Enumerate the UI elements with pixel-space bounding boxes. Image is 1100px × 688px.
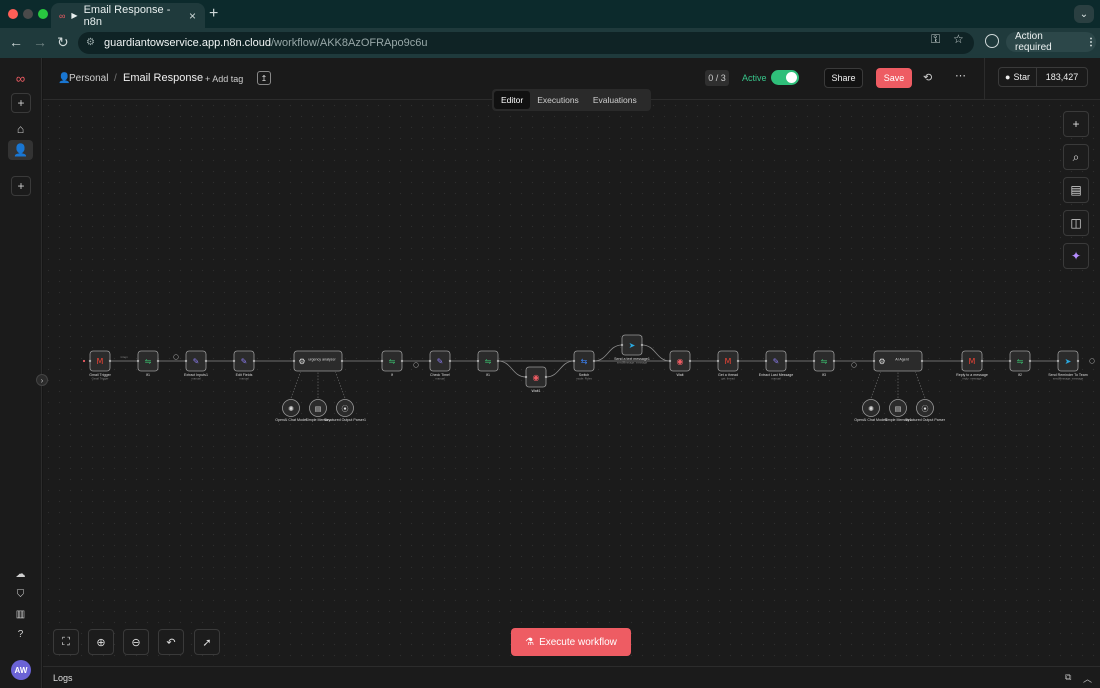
action-required-label: Action required bbox=[1015, 31, 1052, 53]
github-star-label: Star bbox=[1013, 72, 1030, 82]
view-tabs: Editor Executions Evaluations bbox=[492, 89, 651, 111]
reload-icon[interactable]: ↻ bbox=[57, 34, 69, 51]
logs-panel[interactable]: Logs ⧉ ︿ bbox=[43, 666, 1100, 688]
n8n-logo-icon[interactable]: ∞ bbox=[8, 68, 33, 88]
tab-editor[interactable]: Editor bbox=[494, 91, 531, 109]
tab-executions[interactable]: Executions bbox=[530, 91, 586, 109]
create-plus-icon[interactable]: + bbox=[11, 93, 31, 113]
add-node-plus-icon[interactable]: + bbox=[1063, 111, 1089, 137]
back-arrow-icon[interactable]: ← bbox=[9, 34, 23, 50]
search-icon[interactable]: ⌕ bbox=[1063, 144, 1089, 170]
maximize-window-button[interactable] bbox=[38, 9, 48, 19]
import-icon[interactable]: ↥ bbox=[257, 71, 271, 85]
history-icon[interactable]: ⟲ bbox=[923, 71, 932, 84]
address-bar[interactable]: ⚙ guardiantowservice.app.n8n.cloud/workf… bbox=[78, 32, 974, 54]
action-required-button[interactable]: Action required ⋮ bbox=[1006, 31, 1096, 53]
breadcrumb-separator: / bbox=[114, 73, 117, 84]
profile-icon[interactable] bbox=[985, 34, 999, 48]
star-count: 183,427 bbox=[1045, 72, 1079, 82]
tab-evaluations[interactable]: Evaluations bbox=[586, 91, 644, 109]
share-button[interactable]: Share bbox=[824, 68, 863, 88]
minimize-window-button[interactable] bbox=[23, 9, 33, 19]
execute-workflow-label: Execute workflow bbox=[539, 636, 617, 648]
shield-icon[interactable]: ⛉ bbox=[8, 584, 33, 604]
undo-icon[interactable]: ↶ bbox=[158, 629, 184, 655]
flask-icon: ⚗ bbox=[525, 636, 535, 648]
password-key-icon[interactable]: ⚿ bbox=[931, 32, 940, 47]
panel-toggle-icon[interactable]: ◫ bbox=[1063, 210, 1089, 236]
add-tag-button[interactable]: + Add tag bbox=[205, 74, 243, 84]
zoom-in-icon[interactable]: ⊕ bbox=[88, 629, 114, 655]
home-icon[interactable]: ⌂ bbox=[8, 119, 33, 139]
github-star-widget[interactable]: ● Star 183,427 bbox=[998, 67, 1088, 87]
site-info-icon[interactable]: ⚙ bbox=[86, 37, 95, 48]
avatar[interactable]: AW bbox=[11, 660, 31, 680]
active-label: Active bbox=[742, 73, 767, 83]
zoom-to-fit-icon[interactable]: ⛶ bbox=[53, 629, 79, 655]
sticky-note-icon[interactable]: ▤ bbox=[1063, 177, 1089, 203]
tidy-up-cursor-icon[interactable]: ➚ bbox=[194, 629, 220, 655]
help-icon[interactable]: ? bbox=[8, 624, 33, 644]
breadcrumb-owner[interactable]: Personal bbox=[69, 73, 108, 84]
new-tab-button[interactable]: + bbox=[209, 5, 218, 23]
browser-tab-bar: ∞ ▶ Email Response - n8n × + ⌄ bbox=[0, 0, 1100, 28]
bookmark-star-icon[interactable]: ☆ bbox=[953, 32, 964, 46]
expand-chevron-icon[interactable]: ︿ bbox=[1083, 672, 1092, 685]
browser-tab[interactable]: ∞ ▶ Email Response - n8n × bbox=[51, 3, 205, 28]
workflow-name[interactable]: Email Response bbox=[123, 72, 203, 84]
sidebar-collapse-chevron-icon[interactable]: › bbox=[36, 374, 48, 386]
forward-arrow-icon[interactable]: → bbox=[33, 34, 47, 50]
cloud-icon[interactable]: ☁ bbox=[8, 564, 33, 584]
tab-close-icon[interactable]: × bbox=[189, 9, 196, 23]
save-button[interactable]: Save bbox=[876, 68, 912, 88]
zoom-out-icon[interactable]: ⊖ bbox=[123, 629, 149, 655]
n8n-favicon-icon: ∞ bbox=[59, 10, 66, 21]
workflow-canvas[interactable] bbox=[43, 100, 1100, 666]
execution-counter: 0 / 3 bbox=[705, 70, 729, 86]
popout-icon[interactable]: ⧉ bbox=[1065, 672, 1071, 683]
add-project-icon[interactable]: + bbox=[11, 176, 31, 196]
url-path: /workflow/AKK8AzOFRApo9c6u bbox=[270, 37, 428, 49]
active-toggle[interactable] bbox=[771, 70, 799, 85]
ai-sparkle-icon[interactable]: ✦ bbox=[1063, 243, 1089, 269]
insights-chart-icon[interactable]: ▥ bbox=[8, 604, 33, 624]
sidebar: ∞ + ⌂ 👤 + ☁ ⛉ ▥ ? AW bbox=[0, 58, 42, 688]
close-window-button[interactable] bbox=[8, 9, 18, 19]
kebab-menu-icon: ⋮ bbox=[1086, 36, 1096, 48]
tab-title: Email Response - n8n bbox=[83, 3, 171, 28]
execute-workflow-button[interactable]: ⚗ Execute workflow bbox=[511, 628, 631, 656]
n8n-app: ∞ + ⌂ 👤 + ☁ ⛉ ▥ ? AW 👤 Personal / Email … bbox=[0, 58, 1100, 688]
url-host: guardiantowservice.app.n8n.cloud bbox=[104, 37, 271, 49]
header-divider bbox=[984, 58, 985, 100]
more-options-icon[interactable]: ⋯ bbox=[955, 69, 966, 82]
github-icon: ● bbox=[1005, 72, 1011, 82]
logs-label: Logs bbox=[53, 673, 73, 683]
browser-toolbar: ← → ↻ ⚙ guardiantowservice.app.n8n.cloud… bbox=[0, 28, 1100, 58]
audio-playing-icon: ▶ bbox=[71, 11, 78, 20]
personal-user-icon[interactable]: 👤 bbox=[8, 140, 33, 160]
tab-search-chevron-icon[interactable]: ⌄ bbox=[1074, 5, 1094, 23]
